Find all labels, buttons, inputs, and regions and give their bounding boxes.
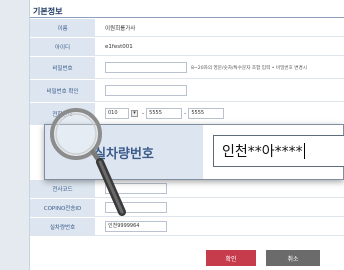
name-value: 이원희를가사 [105, 25, 136, 32]
row-vehicle: 실차량번호 인천9999964 [30, 218, 344, 236]
password-confirm-label: 비밀번호 확인 [30, 80, 95, 101]
password-hint: 8~20자의 영문/숫자/특수문자 조합 입력 • 비밀번호 변경시 [191, 65, 307, 71]
chevron-down-icon[interactable]: ▾ [131, 110, 138, 117]
row-name: 이름 이원희를가사 [30, 19, 344, 37]
phone-middle-input[interactable]: 5555 [146, 108, 183, 119]
name-label: 이름 [30, 19, 95, 36]
password-input[interactable] [105, 62, 187, 73]
userid-label: 아이디 [30, 38, 95, 55]
left-sidebar-strip [0, 0, 30, 270]
section-title: 기본정보 [33, 7, 63, 16]
row-password-confirm: 비밀번호 확인 [30, 80, 344, 102]
phone-last-input[interactable]: 5555 [188, 108, 225, 119]
zoom-vehicle-input[interactable]: 인천**아**** [213, 135, 344, 167]
row-password: 비밀번호 8~20자의 영문/숫자/특수문자 조합 입력 • 비밀번호 변경시 [30, 57, 344, 79]
vehicle-label: 실차량번호 [30, 218, 95, 235]
password-label: 비밀번호 [30, 57, 95, 78]
userid-value: e1fest001 [105, 43, 133, 50]
text-caret [303, 143, 305, 159]
cancel-button[interactable]: 취소 [266, 250, 320, 266]
zoom-vehicle-value: 인천**아**** [222, 144, 303, 160]
row-userid: 아이디 e1fest001 [30, 38, 344, 56]
password-confirm-input[interactable] [105, 85, 187, 96]
confirm-button[interactable]: 확인 [206, 250, 256, 266]
title-divider [30, 17, 344, 18]
magnifier-icon [50, 108, 126, 216]
vehicle-input[interactable]: 인천9999964 [105, 221, 167, 232]
